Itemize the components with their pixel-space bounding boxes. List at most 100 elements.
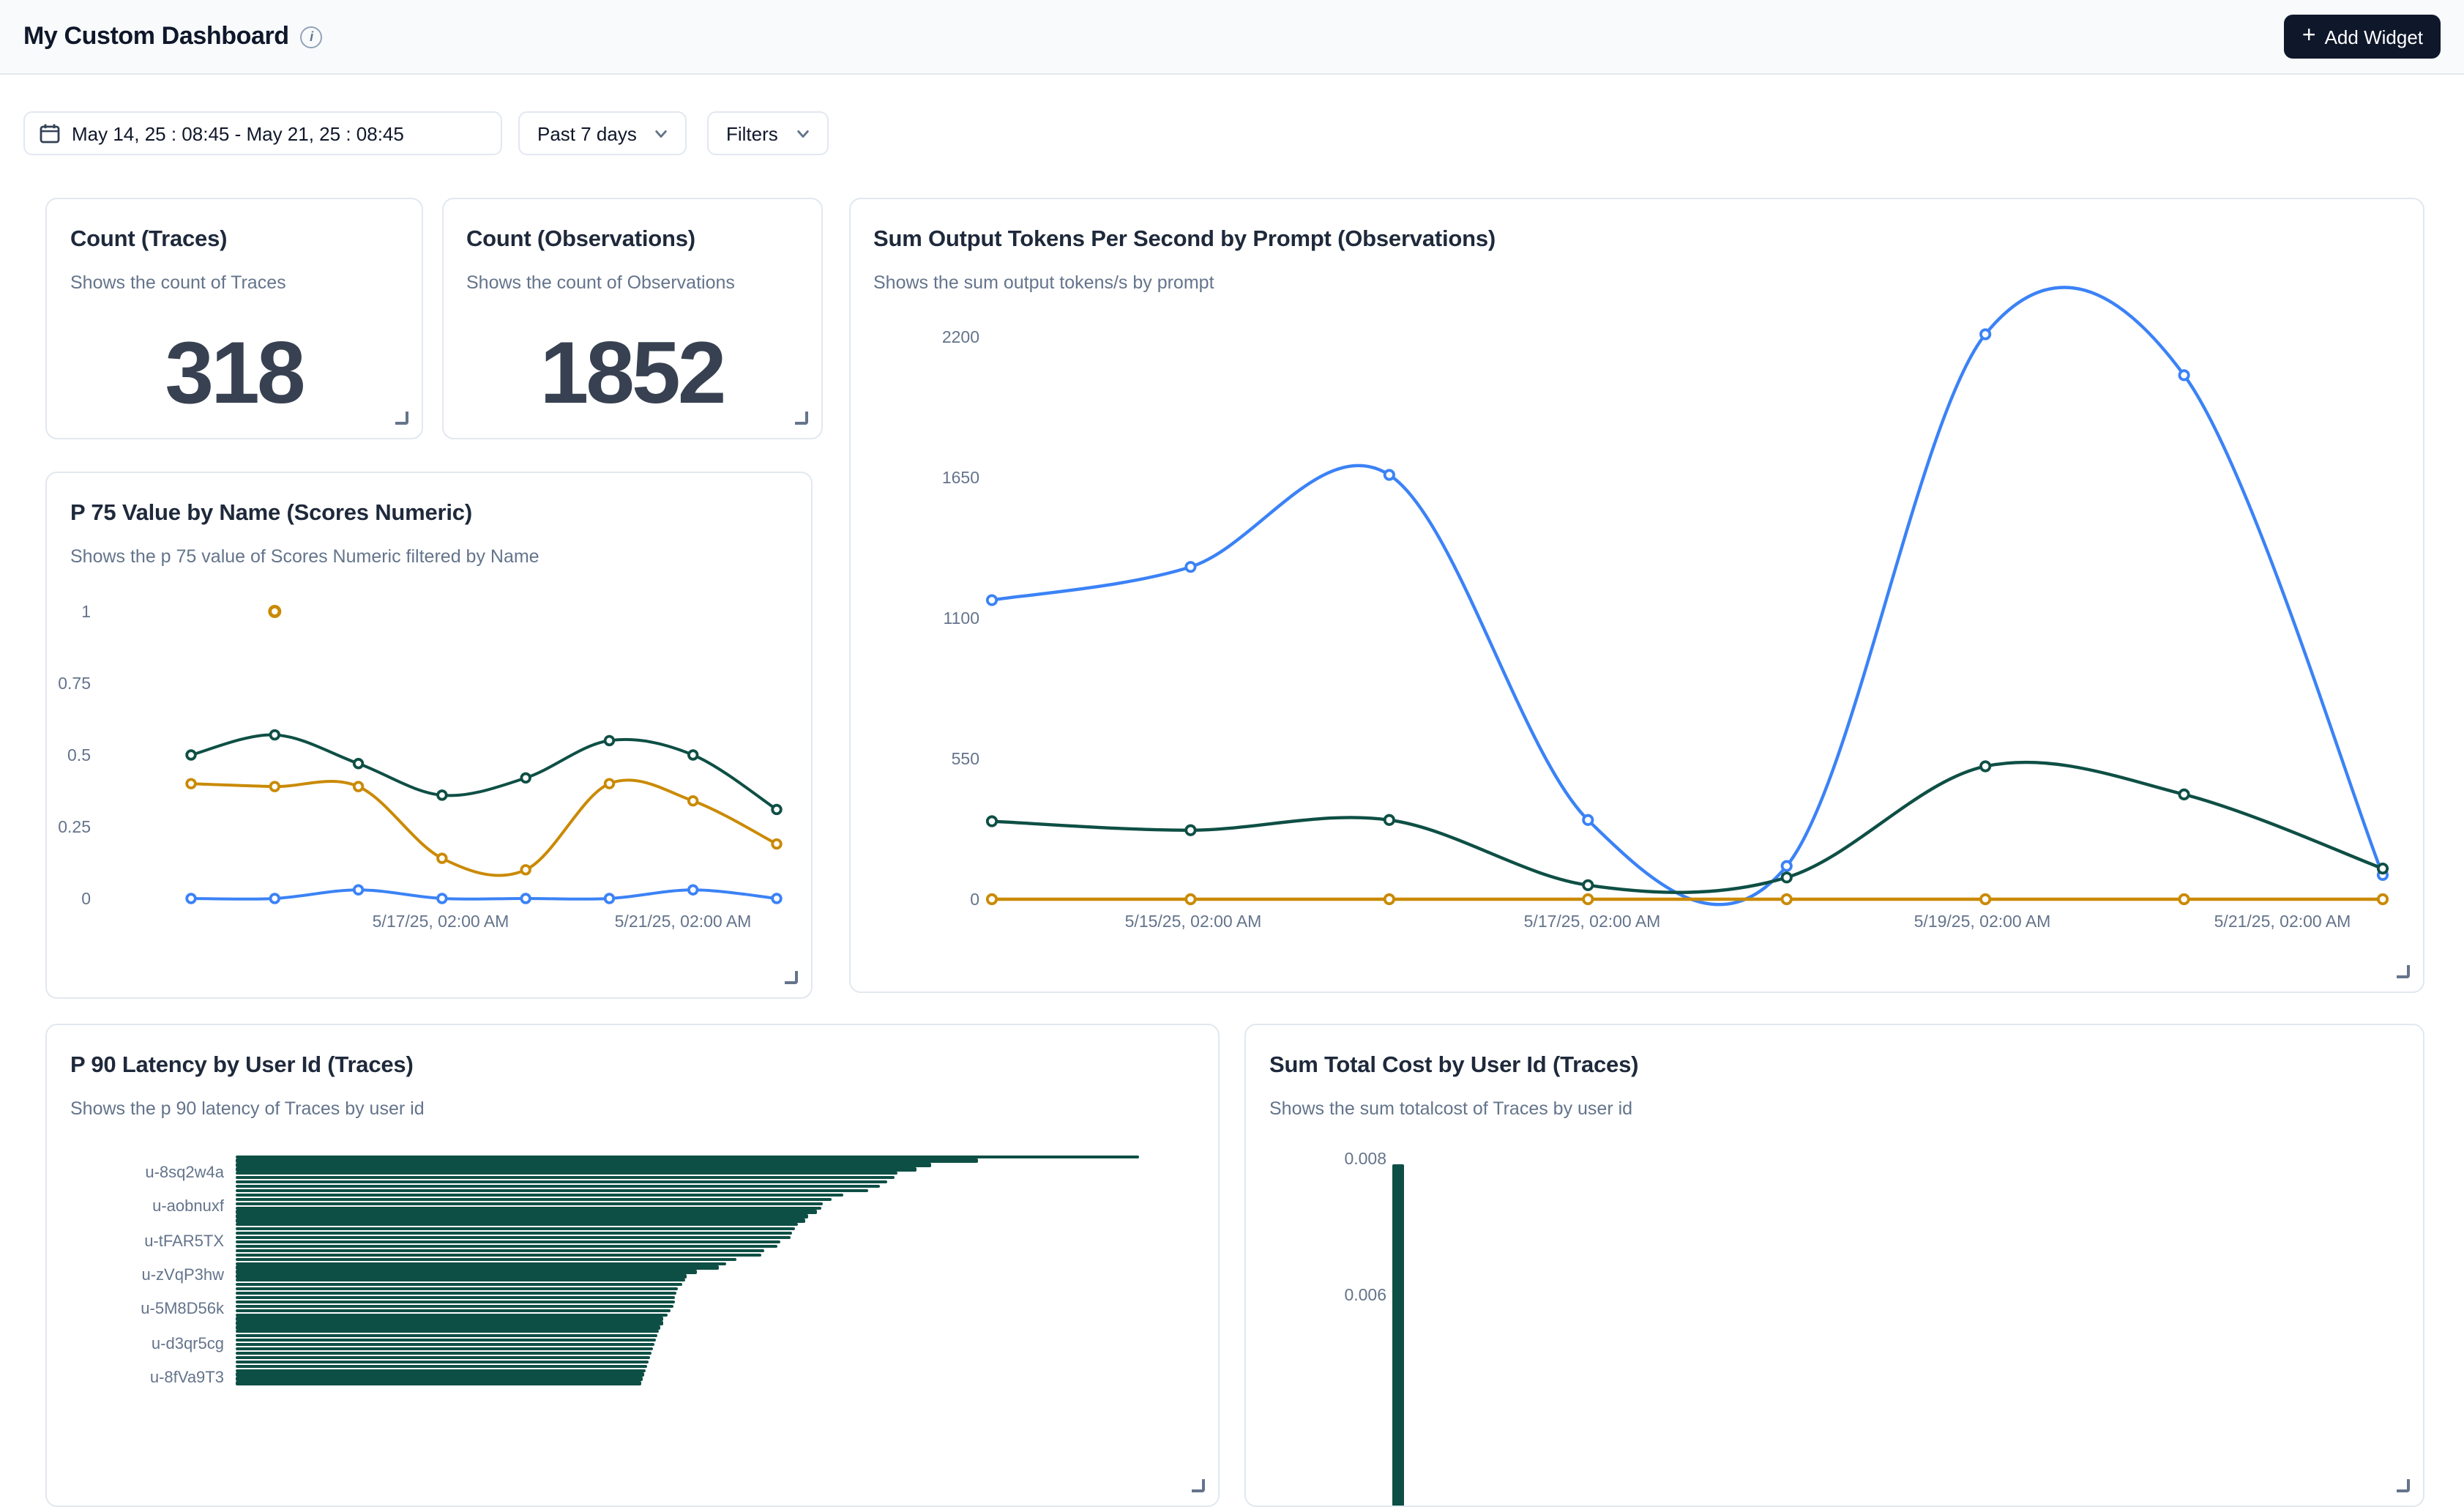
chevron-down-icon bbox=[654, 127, 668, 140]
latency-bar bbox=[236, 1185, 880, 1188]
latency-bar bbox=[236, 1369, 646, 1372]
prompt-series-3-point bbox=[1583, 895, 1591, 904]
latency-bar bbox=[236, 1330, 659, 1333]
score-series-3-point bbox=[354, 885, 363, 894]
latency-bar bbox=[236, 1257, 736, 1261]
user-id-label: u-tFAR5TX bbox=[47, 1232, 224, 1251]
latency-bar bbox=[236, 1236, 791, 1240]
score-series-3-point bbox=[772, 894, 781, 903]
cost-bar bbox=[1392, 1164, 1404, 1506]
widget-output-tokens: Sum Output Tokens Per Second by Prompt (… bbox=[848, 198, 2424, 992]
latency-bar bbox=[236, 1317, 663, 1321]
y-tick-label: 0.25 bbox=[58, 817, 91, 836]
latency-bar bbox=[236, 1326, 660, 1330]
widget-total-cost: Sum Total Cost by User Id (Traces) Shows… bbox=[1244, 1024, 2424, 1507]
latency-bar bbox=[236, 1279, 685, 1282]
prompt-series-2-point bbox=[987, 816, 996, 825]
latency-bar bbox=[236, 1176, 895, 1180]
y-tick-label: 1650 bbox=[941, 468, 979, 487]
page-title: My Custom Dashboard bbox=[23, 22, 289, 51]
latency-bar bbox=[236, 1364, 647, 1368]
latency-bar bbox=[236, 1313, 668, 1317]
resize-handle[interactable] bbox=[785, 970, 798, 983]
add-widget-label: Add Widget bbox=[2325, 26, 2423, 48]
latency-bar bbox=[236, 1343, 654, 1347]
resize-handle[interactable] bbox=[1192, 1479, 1205, 1492]
calendar-icon bbox=[40, 123, 60, 144]
latency-bar bbox=[236, 1322, 663, 1325]
prompt-series-1-line bbox=[991, 287, 2382, 904]
filters-label: Filters bbox=[726, 122, 778, 144]
latency-bar bbox=[236, 1232, 792, 1235]
prompt-series-3-point bbox=[2179, 895, 2187, 904]
info-icon[interactable]: i bbox=[301, 26, 323, 48]
score-series-2-point bbox=[605, 779, 614, 788]
x-tick-label: 5/21/25, 02:00 AM bbox=[2214, 912, 2351, 931]
score-series-3-point bbox=[521, 894, 530, 903]
prompt-series-2-point bbox=[1583, 881, 1591, 890]
latency-bar bbox=[236, 1347, 653, 1351]
score-series-2-point bbox=[354, 782, 363, 791]
score-series-3-point bbox=[270, 894, 279, 903]
latency-bar bbox=[236, 1155, 1139, 1158]
y-tick-label: 0 bbox=[969, 890, 979, 909]
latency-bar bbox=[236, 1249, 764, 1252]
prompt-series-2-point bbox=[1980, 762, 1989, 770]
latency-bar bbox=[236, 1301, 675, 1304]
total-cost-bar-chart: 0.0080.006 bbox=[1246, 1025, 2422, 1506]
prompt-series-3-point bbox=[1782, 895, 1791, 904]
score-series-1-point bbox=[772, 805, 781, 814]
latency-bar bbox=[236, 1292, 676, 1295]
y-tick-label: 0.006 bbox=[1246, 1287, 1386, 1306]
resize-handle[interactable] bbox=[2396, 1479, 2409, 1492]
resize-handle[interactable] bbox=[794, 412, 807, 425]
y-tick-label: 0.5 bbox=[67, 745, 91, 764]
latency-bar bbox=[236, 1360, 649, 1363]
output-tokens-line-chart: 05501100165022005/15/25, 02:00 AM5/17/25… bbox=[850, 199, 2422, 991]
latency-bar bbox=[236, 1304, 673, 1308]
widget-title: Count (Observations) bbox=[466, 227, 695, 253]
plus-icon: + bbox=[2302, 24, 2316, 48]
latency-bar bbox=[236, 1227, 795, 1231]
prompt-series-2-point bbox=[2378, 864, 2386, 873]
latency-bar bbox=[236, 1210, 817, 1214]
date-range-picker[interactable]: May 14, 25 : 08:45 - May 21, 25 : 08:45 bbox=[23, 111, 502, 155]
latency-bar bbox=[236, 1245, 777, 1249]
y-tick-label: 0 bbox=[81, 889, 91, 908]
latency-bar bbox=[236, 1355, 650, 1359]
latency-bar bbox=[236, 1194, 843, 1197]
y-tick-label: 0.75 bbox=[58, 674, 91, 693]
metric-value: 318 bbox=[47, 322, 421, 423]
x-tick-label: 5/17/25, 02:00 AM bbox=[1523, 912, 1660, 931]
prompt-series-1-point bbox=[2179, 371, 2187, 379]
latency-bar bbox=[236, 1373, 644, 1377]
x-tick-label: 5/19/25, 02:00 AM bbox=[1914, 912, 2050, 931]
latency-bar bbox=[236, 1334, 657, 1338]
y-tick-label: 1100 bbox=[943, 609, 979, 628]
add-widget-button[interactable]: + Add Widget bbox=[2285, 15, 2441, 59]
latency-bar bbox=[236, 1202, 823, 1205]
prompt-series-1-point bbox=[1185, 562, 1194, 571]
p75-value-by-name-svg: 00.250.50.7515/17/25, 02:00 AM5/21/25, 0… bbox=[47, 473, 811, 997]
filters-button[interactable]: Filters bbox=[707, 111, 829, 155]
resize-handle[interactable] bbox=[2396, 964, 2409, 978]
prompt-series-2-point bbox=[1185, 826, 1194, 835]
metric-value: 1852 bbox=[443, 322, 821, 423]
resize-handle[interactable] bbox=[395, 412, 408, 425]
latency-bar bbox=[236, 1266, 719, 1270]
score-series-2-point bbox=[772, 840, 781, 849]
prompt-series-2-point bbox=[1782, 873, 1791, 882]
score-series-1-point bbox=[270, 731, 279, 740]
chevron-down-icon bbox=[796, 127, 810, 140]
latency-bar bbox=[236, 1352, 652, 1355]
score-series-4-point bbox=[270, 606, 280, 616]
latency-bar bbox=[236, 1240, 780, 1244]
widget-count-observations: Count (Observations) Shows the count of … bbox=[441, 198, 822, 439]
latency-bar bbox=[236, 1164, 931, 1167]
x-tick-label: 5/17/25, 02:00 AM bbox=[373, 912, 509, 931]
latency-bar bbox=[236, 1168, 916, 1172]
score-series-2-point bbox=[689, 797, 698, 805]
y-tick-label: 1 bbox=[81, 602, 91, 621]
time-preset-select[interactable]: Past 7 days bbox=[518, 111, 687, 155]
p90-latency-bar-chart: u-8sq2w4au-aobnuxfu-tFAR5TXu-zVqP3hwu-5M… bbox=[47, 1025, 1218, 1506]
